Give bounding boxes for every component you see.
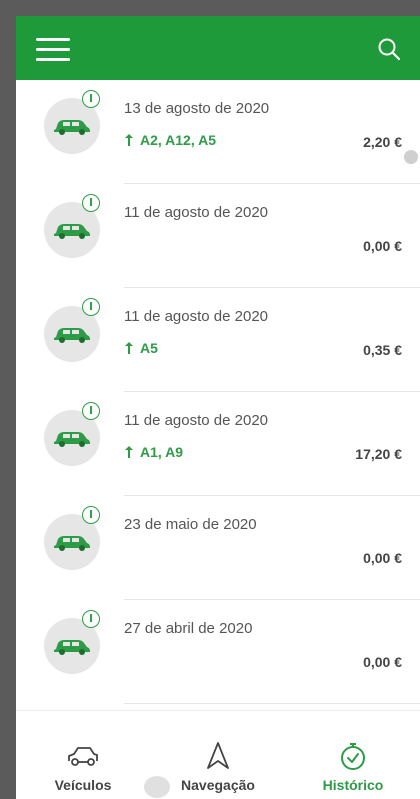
hamburger-menu-icon[interactable] bbox=[36, 38, 70, 62]
car-icon bbox=[54, 120, 90, 135]
trip-date: 11 de agosto de 2020 bbox=[124, 204, 269, 221]
app-header bbox=[16, 16, 420, 80]
trip-roads-label: A1, A9 bbox=[140, 444, 184, 460]
car-icon bbox=[54, 328, 90, 343]
divider bbox=[124, 703, 420, 704]
tab-veiculos[interactable]: Veículos bbox=[16, 711, 150, 799]
phone-screen: 13 de agosto de 2020 A2, A12, A5 2,20 € … bbox=[16, 16, 420, 799]
trip-roads: A1, A9 bbox=[124, 444, 183, 460]
tab-navegacao[interactable]: Navegação bbox=[151, 711, 285, 799]
history-item[interactable]: 11 de agosto de 2020 0,00 € bbox=[16, 184, 420, 288]
info-icon[interactable] bbox=[82, 402, 100, 420]
history-item[interactable]: 13 de agosto de 2020 A2, A12, A5 2,20 € bbox=[16, 80, 420, 184]
trip-date: 11 de agosto de 2020 bbox=[124, 308, 269, 325]
history-item[interactable]: 11 de agosto de 2020 A1, A9 17,20 € bbox=[16, 392, 420, 496]
trip-amount: 2,20 € bbox=[363, 134, 402, 150]
touch-indicator bbox=[144, 776, 170, 798]
trip-date: 27 de abril de 2020 bbox=[124, 620, 253, 637]
trip-amount: 0,00 € bbox=[363, 550, 402, 566]
info-icon[interactable] bbox=[82, 90, 100, 108]
bottom-navigation: Veículos Navegação Histórico bbox=[16, 710, 420, 799]
info-icon[interactable] bbox=[82, 610, 100, 628]
trip-amount: 0,35 € bbox=[363, 342, 402, 358]
trip-amount: 0,00 € bbox=[363, 238, 402, 254]
trip-amount: 0,00 € bbox=[363, 654, 402, 670]
car-outline-icon bbox=[16, 739, 150, 777]
history-item[interactable]: 23 de maio de 2020 0,00 € bbox=[16, 496, 420, 600]
tab-historico-label: Histórico bbox=[322, 777, 384, 793]
car-icon bbox=[54, 536, 90, 551]
trip-roads-label: A2, A12, A5 bbox=[140, 132, 216, 148]
highway-icon bbox=[125, 134, 133, 146]
car-icon bbox=[54, 432, 90, 447]
history-item[interactable]: 27 de abril de 2020 0,00 € bbox=[16, 600, 420, 704]
trip-amount: 17,20 € bbox=[355, 446, 402, 462]
history-timer-icon bbox=[286, 739, 420, 777]
trip-date: 23 de maio de 2020 bbox=[124, 516, 257, 533]
trip-roads: A5 bbox=[124, 340, 158, 356]
car-icon bbox=[54, 640, 90, 655]
search-icon[interactable] bbox=[376, 36, 402, 62]
tab-navegacao-label: Navegação bbox=[181, 777, 255, 793]
trip-date: 11 de agosto de 2020 bbox=[124, 412, 269, 429]
info-icon[interactable] bbox=[82, 506, 100, 524]
trip-roads-label: A5 bbox=[140, 340, 158, 356]
tab-veiculos-label: Veículos bbox=[54, 777, 112, 793]
info-icon[interactable] bbox=[82, 298, 100, 316]
tab-historico[interactable]: Histórico bbox=[286, 711, 420, 799]
highway-icon bbox=[125, 342, 133, 354]
info-icon[interactable] bbox=[82, 194, 100, 212]
highway-icon bbox=[125, 446, 133, 458]
navigation-arrow-icon bbox=[151, 739, 285, 777]
history-item[interactable]: 11 de agosto de 2020 A5 0,35 € bbox=[16, 288, 420, 392]
history-list[interactable]: 13 de agosto de 2020 A2, A12, A5 2,20 € … bbox=[16, 80, 420, 710]
car-icon bbox=[54, 224, 90, 239]
trip-date: 13 de agosto de 2020 bbox=[124, 100, 270, 117]
trip-roads: A2, A12, A5 bbox=[124, 132, 216, 148]
